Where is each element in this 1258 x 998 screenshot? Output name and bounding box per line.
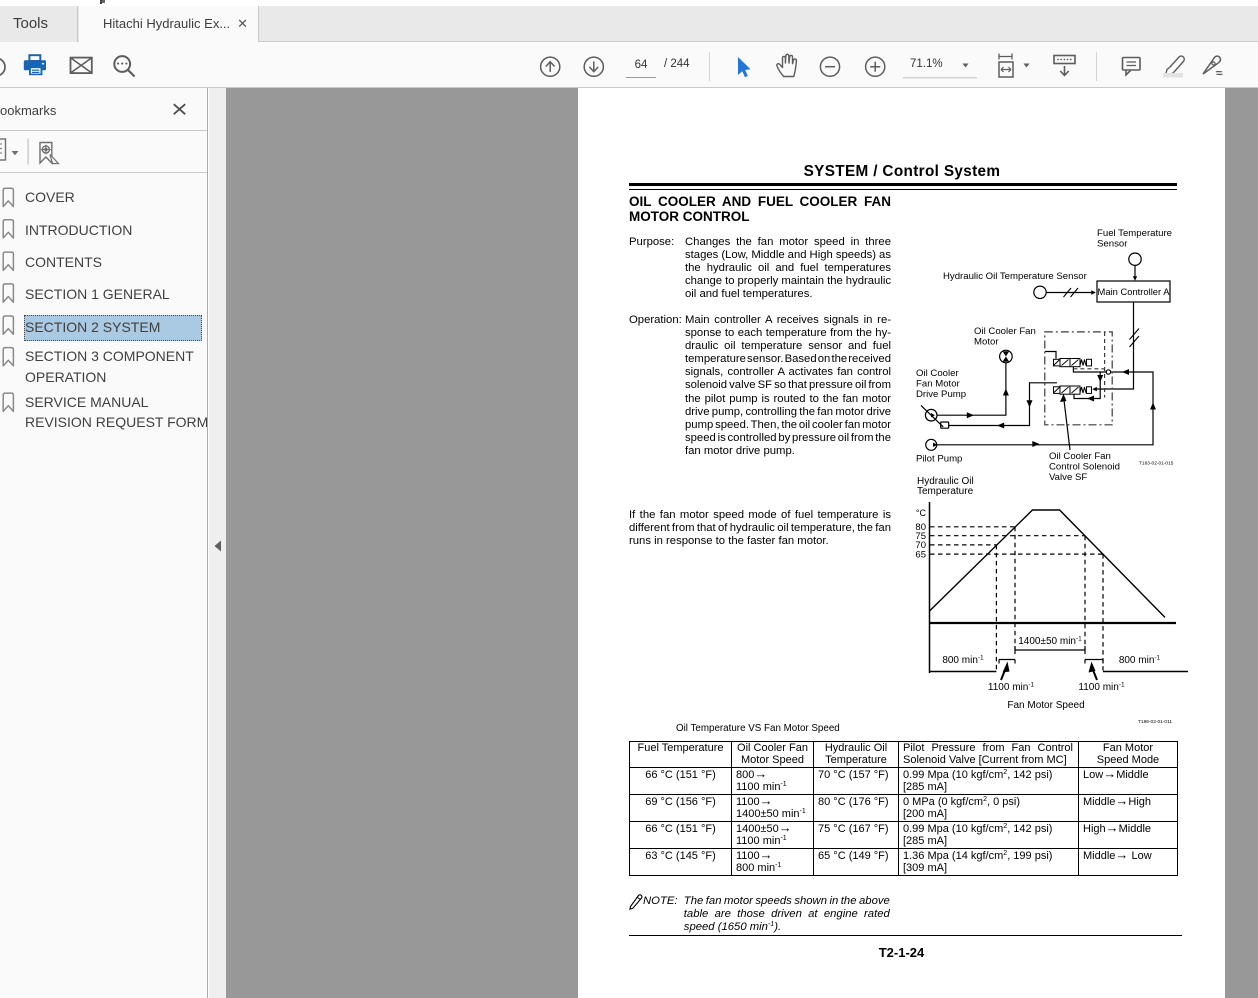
svg-text:Oil Cooler Fan: Oil Cooler Fan [974,326,1036,337]
svg-text:Fuel Temperature: Fuel Temperature [1097,228,1172,239]
svg-text:1100 min-1: 1100 min-1 [1078,682,1125,694]
svg-text:Sensor: Sensor [1097,238,1128,249]
svg-text:T186-02-01-011: T186-02-01-011 [1138,719,1172,725]
svg-text:Fan Motor Speed: Fan Motor Speed [1007,700,1084,711]
svg-text:Control Solenoid: Control Solenoid [1049,461,1120,472]
svg-text:T183-02-01-015: T183-02-01-015 [1139,461,1174,467]
svg-text:Hydraulic Oil Temperature Sens: Hydraulic Oil Temperature Sensor [943,271,1088,282]
svg-text:800 min-1: 800 min-1 [942,655,984,667]
svg-text:°C: °C [916,508,927,518]
svg-text:65: 65 [915,549,926,560]
svg-text:Motor: Motor [974,336,999,347]
svg-text:1100 min-1: 1100 min-1 [988,682,1035,694]
svg-text:Pilot Pump: Pilot Pump [916,454,962,465]
svg-text:Drive Pump: Drive Pump [916,389,966,400]
svg-text:Temperature: Temperature [917,486,974,497]
svg-text:Oil Cooler Fan: Oil Cooler Fan [1049,451,1111,462]
svg-text:800 min-1: 800 min-1 [1119,655,1161,667]
svg-text:Valve SF: Valve SF [1049,472,1087,483]
svg-text:Oil Cooler: Oil Cooler [916,368,959,379]
svg-text:Fan Motor: Fan Motor [916,378,961,389]
svg-text:Main Controller A: Main Controller A [1098,286,1171,297]
svg-text:1400±50 min-1: 1400±50 min-1 [1018,636,1082,648]
